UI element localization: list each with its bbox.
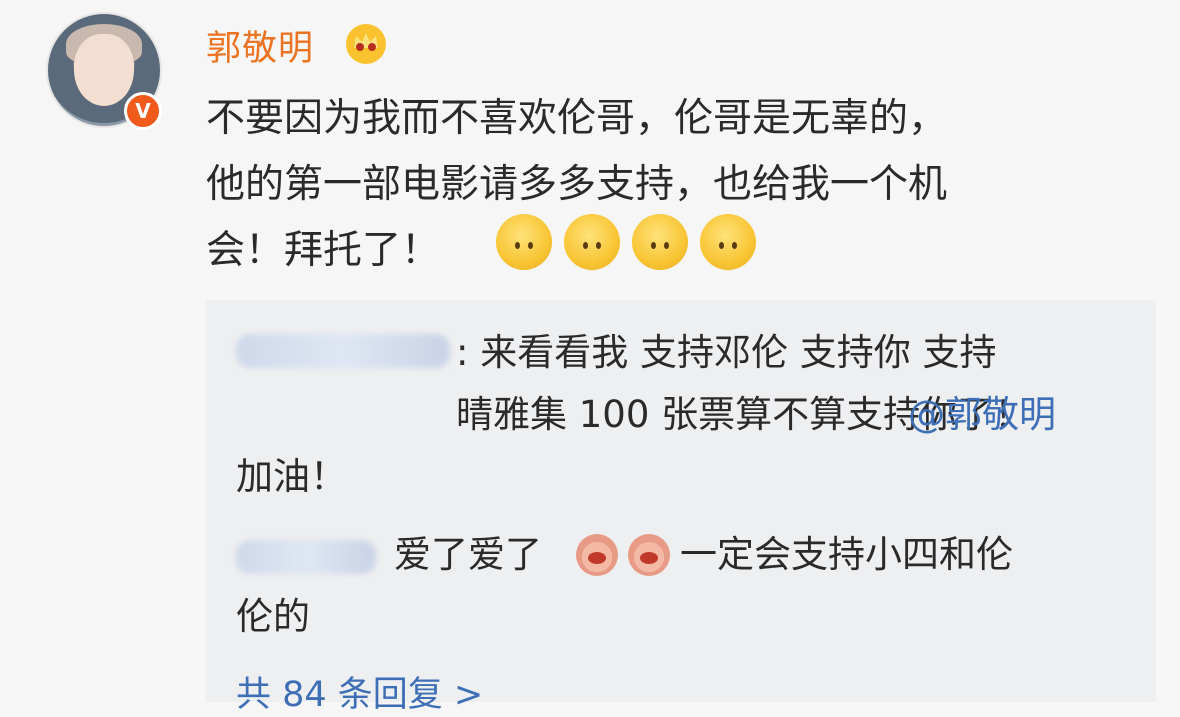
verified-badge-icon: V: [124, 92, 162, 130]
smile-emoji-icon: [632, 214, 688, 270]
smile-emoji-icon: [700, 214, 756, 270]
post-text: 不要因为我而不喜欢伦哥，伦哥是无辜的， 他的第一部电影请多多支持，也给我一个机 …: [206, 96, 948, 273]
reply-text-continued: 伦的: [236, 595, 310, 638]
username[interactable]: 郭敬明: [206, 20, 314, 71]
blurred-username[interactable]: [236, 334, 450, 368]
smile-emoji-icon: [564, 214, 620, 270]
pig-emoji-icon: [628, 534, 670, 576]
crown-icon: [346, 24, 386, 64]
blurred-username[interactable]: [236, 540, 376, 574]
reply-text: 一定会支持小四和伦: [680, 533, 1013, 576]
reply-text: 爱了爱了: [394, 533, 542, 576]
pig-emoji-icon: [576, 534, 618, 576]
mention-link[interactable]: @郭敬明: [908, 384, 1056, 446]
reply-text-end: 加油！: [236, 455, 347, 498]
reply-count-link[interactable]: 共 84 条回复 >: [236, 666, 483, 717]
smile-emoji-icon: [496, 214, 552, 270]
avatar-face: [74, 34, 134, 106]
